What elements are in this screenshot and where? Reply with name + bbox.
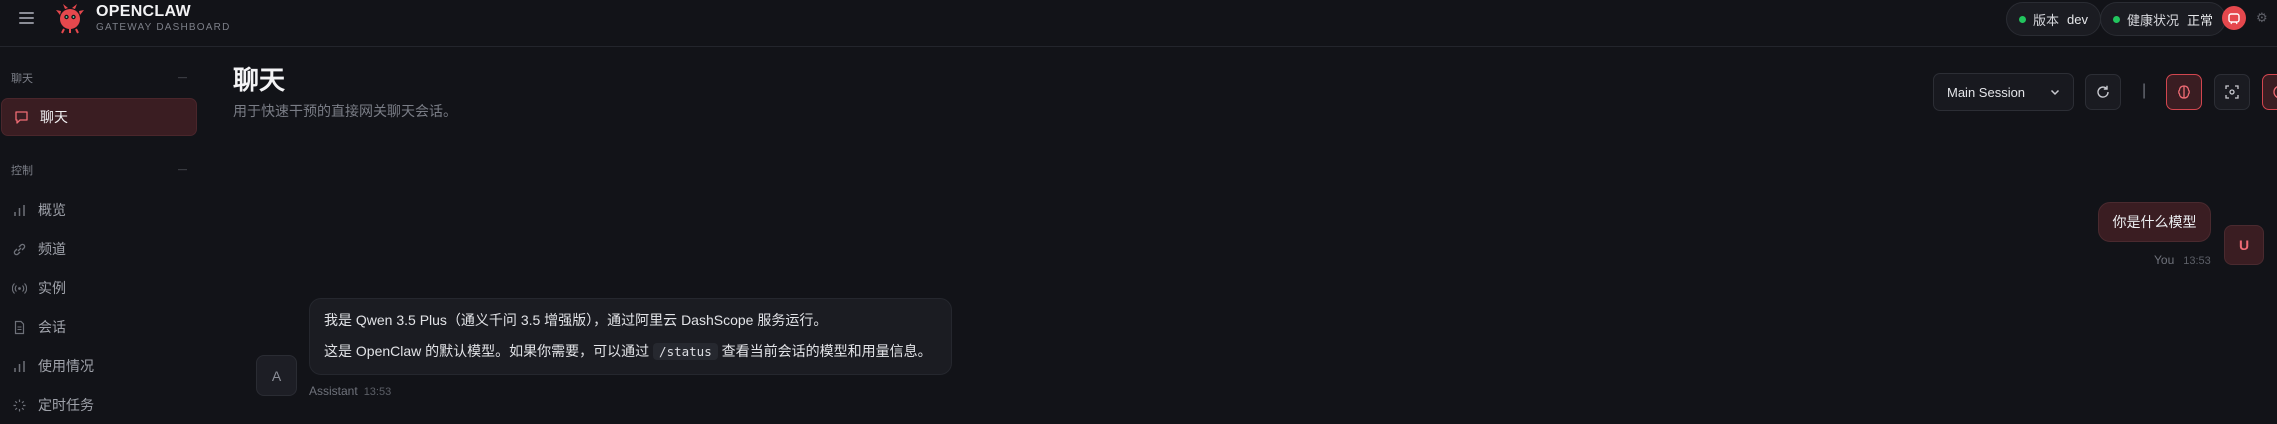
user-message-bubble: 你是什么模型 (2098, 202, 2211, 242)
sidebar-item-label: 会话 (38, 319, 66, 335)
assistant-message-line: 我是 Qwen 3.5 Plus（通义千问 3.5 增强版），通过阿里云 Das… (324, 312, 828, 328)
sidebar-item-label: 聊天 (40, 109, 68, 125)
top-bar: OPENCLAW GATEWAY DASHBOARD 版本 dev 健康状况 正… (0, 0, 2277, 47)
info-toggle-button[interactable] (2262, 74, 2277, 110)
openclaw-logo (54, 2, 86, 34)
session-select[interactable]: Main Session (1933, 73, 2074, 111)
document-icon (12, 320, 27, 335)
refresh-icon (2097, 85, 2109, 98)
user-avatar: U (2224, 225, 2264, 265)
message-text: 这是 OpenClaw 的默认模型。如果你需要，可以通过 (324, 343, 650, 359)
broadcast-icon (12, 281, 27, 296)
user-avatar-icon[interactable] (2222, 6, 2246, 30)
page-title: 聊天 (233, 65, 286, 95)
health-badge: 健康状况 正常 (2100, 2, 2227, 36)
message-author: Assistant (309, 384, 358, 398)
message-text: 查看当前会话的模型和用量信息。 (721, 343, 932, 359)
chevron-down-icon[interactable]: — (178, 164, 187, 174)
version-value: dev (2067, 11, 2088, 27)
sidebar-item-sessions[interactable]: 会话 (0, 308, 198, 346)
focus-icon (2225, 85, 2239, 99)
sidebar-item-channels[interactable]: 频道 (0, 230, 198, 268)
brand-title: OPENCLAW (96, 3, 191, 20)
message-timestamp: 13:53 (363, 386, 392, 398)
brand-subtitle: GATEWAY DASHBOARD (96, 22, 231, 33)
loader-icon (12, 398, 27, 413)
sidebar-item-label: 频道 (38, 241, 66, 257)
sidebar-item-instances[interactable]: 实例 (0, 269, 198, 307)
chevron-down-icon[interactable]: — (178, 72, 187, 82)
focus-mode-button[interactable] (2214, 74, 2250, 110)
user-message-meta: You 13:53 (2154, 253, 2211, 267)
sidebar-item-chat[interactable]: 聊天 (1, 98, 197, 136)
brain-icon (2178, 85, 2190, 99)
sidebar-item-overview[interactable]: 概览 (0, 191, 198, 229)
health-value: 正常 (2187, 12, 2214, 28)
sidebar-item-label: 实例 (38, 280, 66, 296)
assistant-message-line: 这是 OpenClaw 的默认模型。如果你需要，可以通过 /status 查看当… (324, 341, 937, 362)
sidebar-section-control[interactable]: 控制 (11, 162, 33, 178)
assistant-message-bubble: 我是 Qwen 3.5 Plus（通义千问 3.5 增强版），通过阿里云 Das… (309, 298, 952, 375)
assistant-avatar: A (256, 355, 297, 396)
info-icon (2273, 86, 2277, 98)
sidebar: 聊天 — 聊天 控制 — 概览 频道 实例 会话 使用情况 定时任务 (0, 48, 210, 418)
sidebar-item-label: 定时任务 (38, 397, 94, 413)
inline-code: /status (653, 343, 718, 360)
sidebar-section-chat[interactable]: 聊天 (11, 70, 33, 86)
version-badge: 版本 dev (2006, 2, 2101, 36)
message-author: You (2154, 253, 2175, 267)
gear-icon[interactable]: ⚙ (2256, 11, 2270, 25)
bar-chart-icon (12, 203, 27, 218)
refresh-button[interactable] (2085, 74, 2121, 110)
chevron-down-icon (2050, 89, 2060, 96)
version-label: 版本 (2033, 12, 2060, 28)
bar-chart-icon (12, 359, 27, 374)
sidebar-item-usage[interactable]: 使用情况 (0, 347, 198, 385)
toolbar-divider: | (2142, 82, 2147, 99)
thinking-toggle-button[interactable] (2166, 74, 2202, 110)
assistant-message-meta: Assistant 13:53 (309, 384, 391, 398)
message-icon (14, 110, 29, 125)
menu-icon[interactable] (13, 6, 39, 30)
sidebar-item-label: 概览 (38, 202, 66, 218)
session-select-value: Main Session (1947, 84, 2026, 100)
status-dot-icon (2019, 15, 2026, 23)
message-timestamp: 13:53 (2183, 255, 2211, 267)
sidebar-item-label: 使用情况 (38, 358, 94, 374)
sidebar-item-scheduled-tasks[interactable]: 定时任务 (0, 386, 198, 424)
health-label: 健康状况 (2127, 12, 2180, 28)
link-icon (12, 242, 27, 257)
page-subtitle: 用于快速干预的直接网关聊天会话。 (233, 103, 457, 119)
status-dot-icon (2113, 15, 2120, 23)
